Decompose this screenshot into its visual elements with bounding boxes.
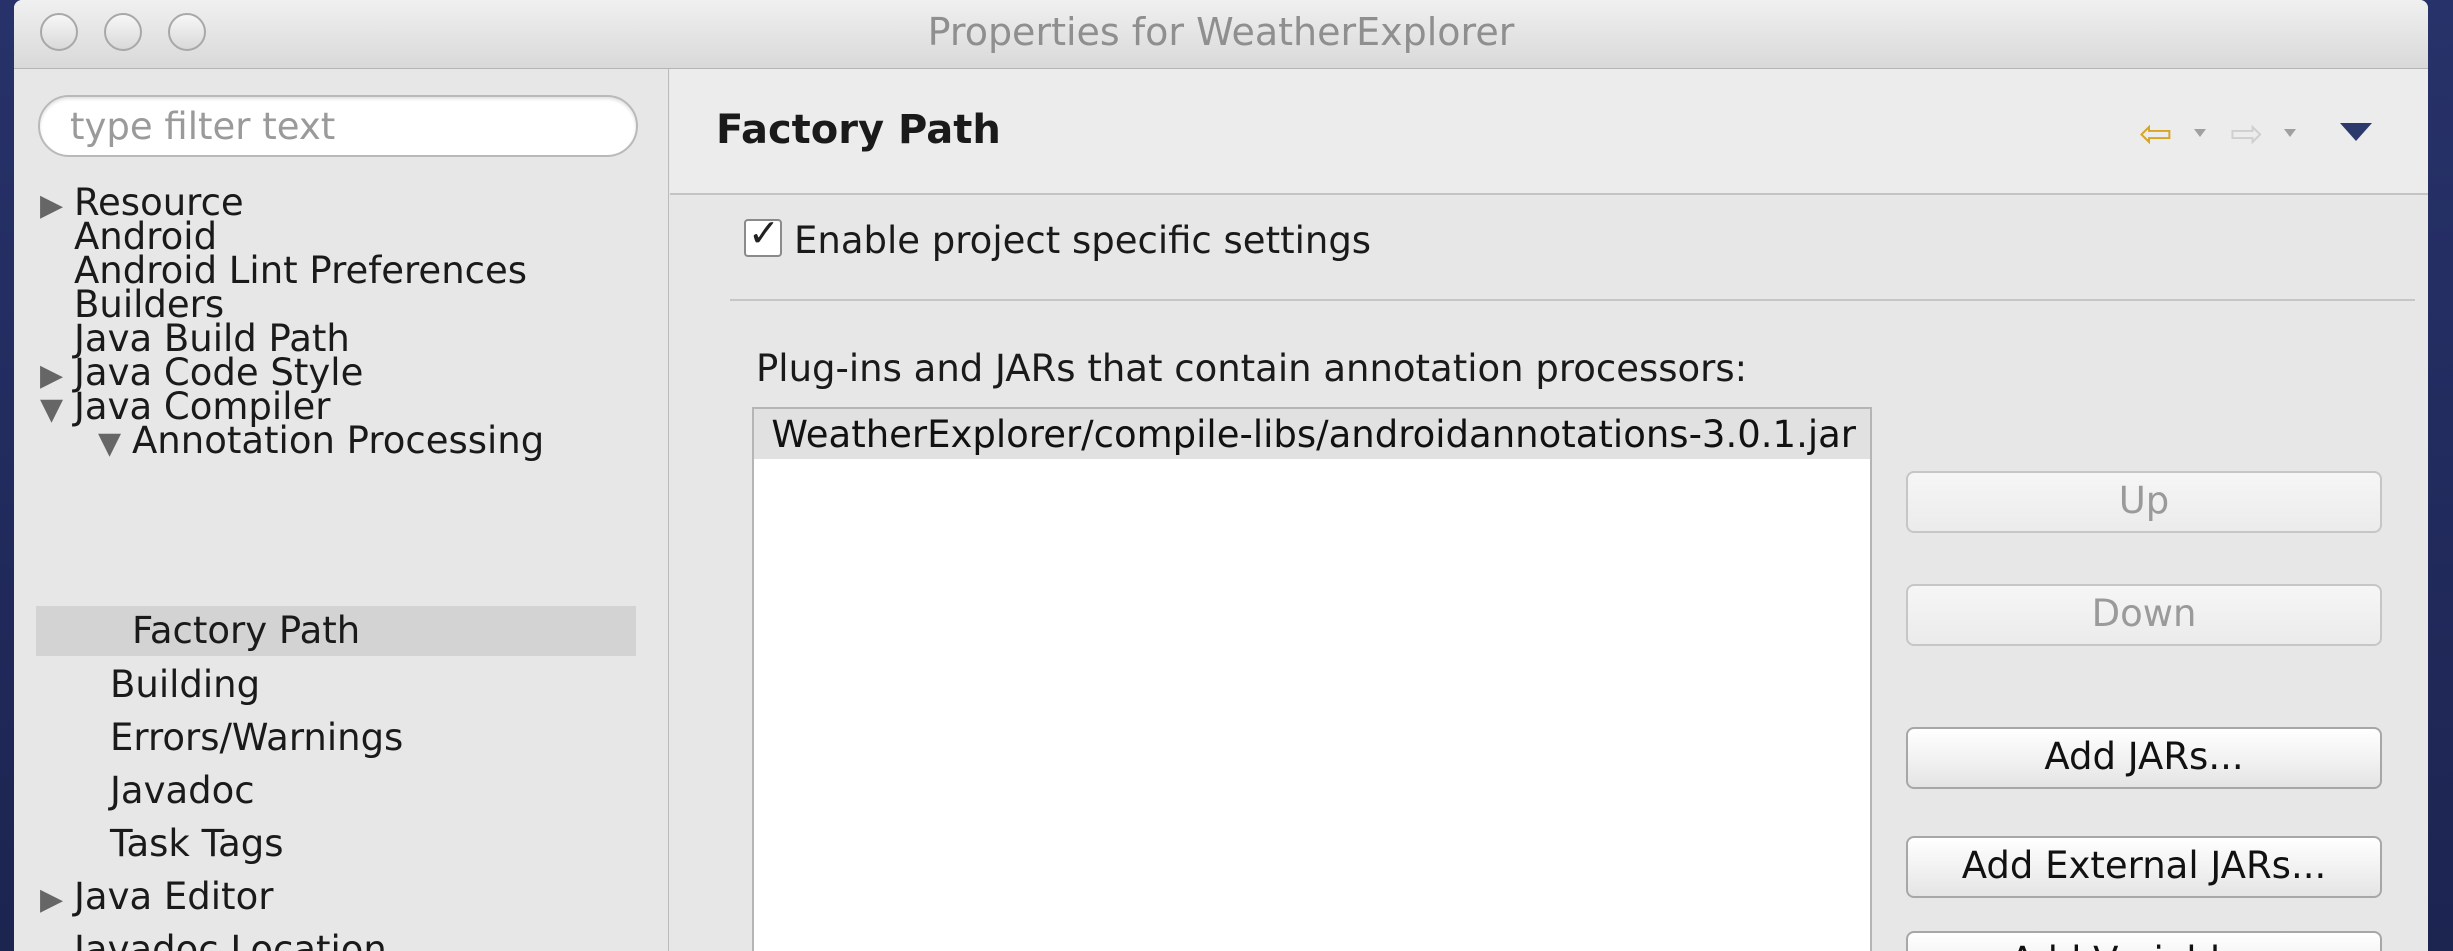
tree-item-annotation-processing[interactable]: ▼ Annotation Processing: [98, 419, 544, 469]
tree-item-javadoc[interactable]: Javadoc: [110, 769, 255, 819]
expand-arrow-icon[interactable]: ▶: [40, 882, 74, 917]
tree-item-task-tags[interactable]: Task Tags: [110, 822, 284, 872]
tree-item-javadoc-location[interactable]: Javadoc Location: [74, 928, 387, 951]
divider: [730, 299, 2415, 301]
properties-window: Properties for WeatherExplorer type filt…: [14, 0, 2428, 951]
down-button[interactable]: Down: [1906, 584, 2382, 646]
forward-history-dropdown-icon[interactable]: [2284, 129, 2296, 137]
view-menu-icon[interactable]: [2340, 123, 2372, 141]
tree-item-factory-path[interactable]: Factory Path: [132, 609, 360, 659]
expand-arrow-icon[interactable]: ▶: [40, 188, 74, 223]
back-history-dropdown-icon[interactable]: [2194, 129, 2206, 137]
tree-item-label: Java Editor: [74, 875, 274, 918]
settings-pane: Factory Path ⇦ ⇨ ✓ Enable project specifi…: [670, 69, 2428, 951]
enable-project-settings-label: Enable project specific settings: [794, 219, 1372, 262]
tree-item-label: Task Tags: [110, 822, 284, 865]
tree-item-label: Javadoc Location: [74, 928, 387, 951]
jar-entry-text: WeatherExplorer/compile-libs/androidanno…: [771, 413, 1856, 456]
add-external-jars-button[interactable]: Add External JARs...: [1906, 836, 2382, 898]
tree-item-label: Factory Path: [132, 609, 361, 652]
back-arrow-icon: ⇦: [2139, 111, 2173, 157]
tree-item-java-editor[interactable]: ▶ Java Editor: [40, 875, 273, 925]
tree-item-label: Errors/Warnings: [110, 716, 404, 759]
tree-item-label: Building: [110, 663, 261, 706]
page-header: Factory Path ⇦ ⇨: [670, 69, 2428, 195]
enable-project-settings-checkbox[interactable]: ✓: [744, 211, 782, 257]
checkmark-icon: ✓: [748, 211, 780, 255]
collapse-arrow-icon[interactable]: ▼: [40, 392, 74, 427]
add-variable-button[interactable]: Add Variable...: [1906, 931, 2382, 951]
page-title: Factory Path: [716, 107, 1001, 153]
tree-item-errors-warnings[interactable]: Errors/Warnings: [110, 716, 403, 766]
title-bar: Properties for WeatherExplorer: [14, 0, 2428, 69]
jar-list[interactable]: WeatherExplorer/compile-libs/androidanno…: [752, 407, 1872, 951]
back-button[interactable]: ⇦: [2139, 111, 2173, 157]
forward-button[interactable]: ⇨: [2230, 111, 2264, 157]
add-jars-button[interactable]: Add JARs...: [1906, 727, 2382, 789]
preferences-tree-pane: type filter text ▶ Resource Android Andro…: [14, 69, 669, 951]
jar-list-label: Plug-ins and JARs that contain annotatio…: [756, 347, 1748, 390]
tree-item-label: Javadoc: [110, 769, 255, 812]
tree-item-building[interactable]: Building: [110, 663, 260, 713]
up-button[interactable]: Up: [1906, 471, 2382, 533]
window-title: Properties for WeatherExplorer: [927, 10, 1515, 54]
tree-item-label: Annotation Processing: [132, 419, 545, 462]
list-item[interactable]: WeatherExplorer/compile-libs/androidanno…: [754, 409, 1870, 459]
collapse-arrow-icon[interactable]: ▼: [98, 426, 132, 461]
filter-input[interactable]: type filter text: [38, 95, 638, 157]
enable-project-settings-row[interactable]: ✓ Enable project specific settings: [744, 211, 1372, 262]
forward-arrow-icon: ⇨: [2230, 111, 2264, 157]
